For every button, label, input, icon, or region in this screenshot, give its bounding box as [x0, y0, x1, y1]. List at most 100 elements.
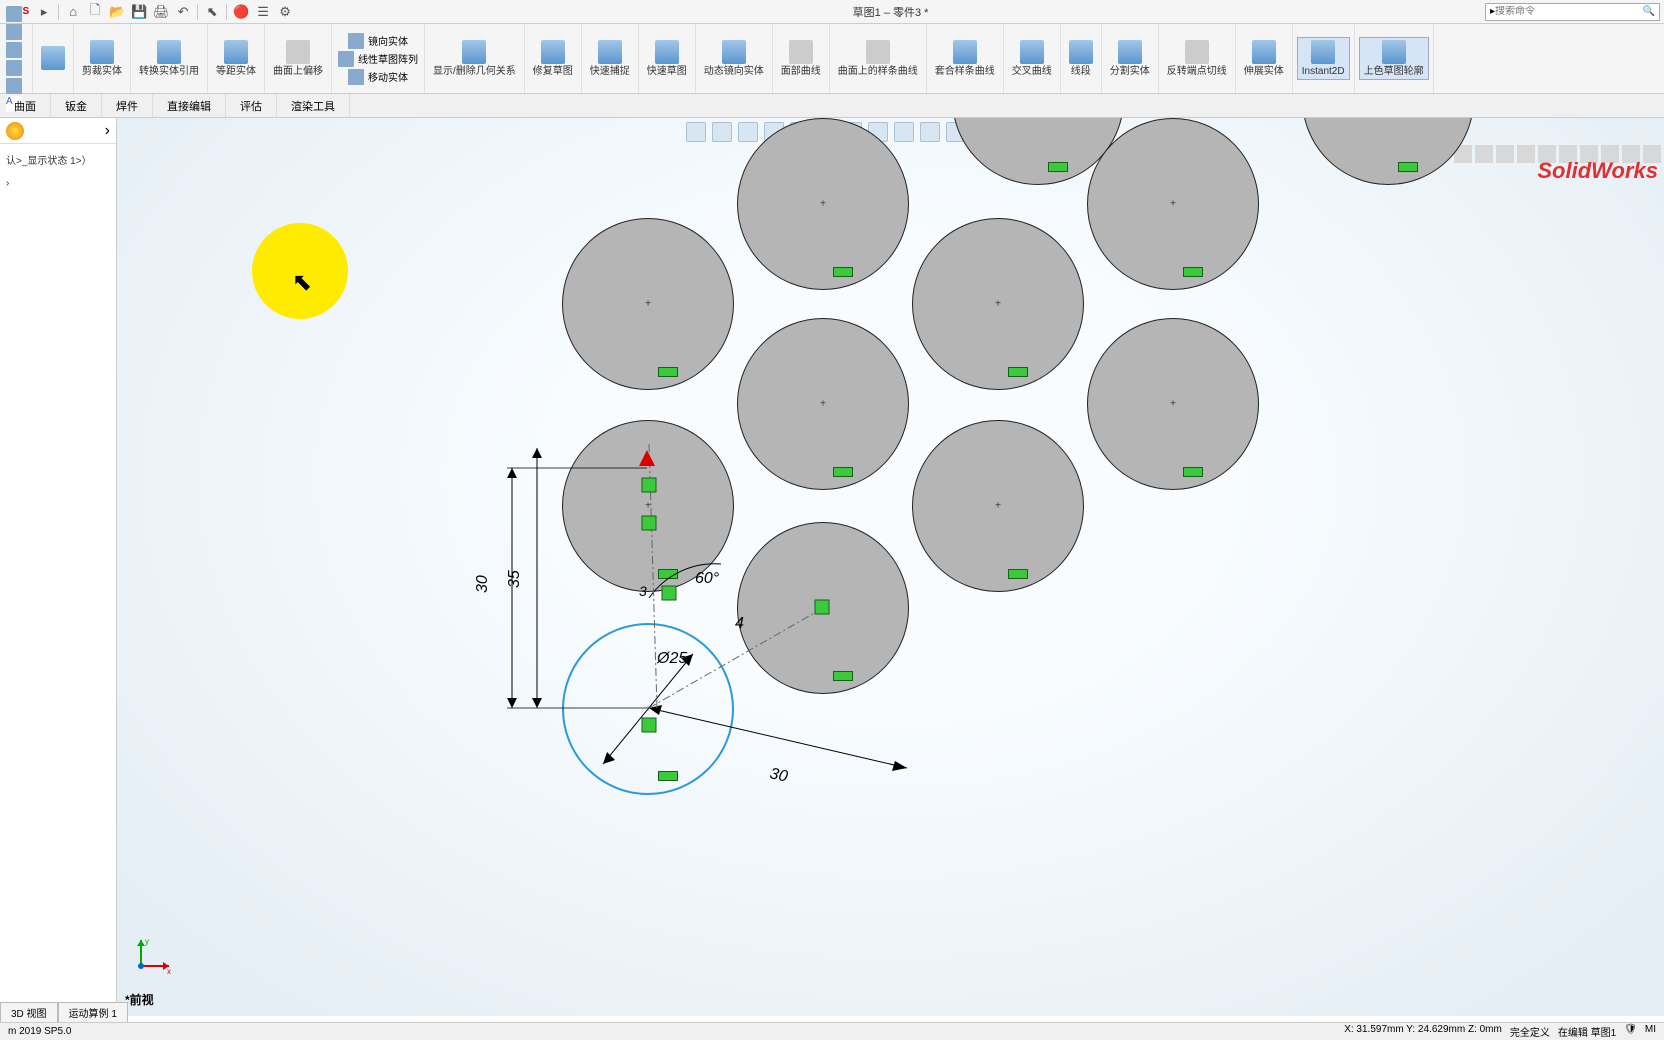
rapid-icon: [655, 40, 679, 64]
trim-button[interactable]: 剪裁实体: [78, 38, 126, 79]
options-icon[interactable]: ☰: [252, 2, 274, 22]
instant2d-icon: [1311, 40, 1335, 64]
tree-tab-icon[interactable]: [6, 122, 24, 140]
search-icon: 🔍: [1643, 6, 1655, 17]
circle-base-selected[interactable]: +: [562, 623, 734, 795]
convert-button[interactable]: 转换实体引用: [135, 38, 203, 79]
arc-tool[interactable]: [4, 41, 28, 59]
print-icon[interactable]: 🖨: [150, 2, 172, 22]
tab-motion[interactable]: 运动算例 1: [58, 1002, 128, 1022]
offset-group: 等距实体: [208, 24, 265, 93]
rotate-copy-button[interactable]: 反转端点切线: [1163, 38, 1231, 79]
instant2d-button[interactable]: Instant2D: [1297, 37, 1350, 80]
split-button[interactable]: 分割实体: [1106, 38, 1154, 79]
fit-spline-button[interactable]: 套合样条曲线: [931, 38, 999, 79]
settings-icon[interactable]: ⚙: [274, 2, 296, 22]
extend-group: 伸展实体: [1236, 24, 1293, 93]
circle-pattern-instance[interactable]: +: [1302, 118, 1474, 185]
command-search[interactable]: ▸ 🔍: [1485, 3, 1660, 21]
zoom-fit-icon[interactable]: [686, 122, 706, 142]
filter-select[interactable]: [1517, 145, 1535, 163]
rebuild-icon[interactable]: 🔴: [230, 2, 252, 22]
shaded-button[interactable]: 上色草图轮廓: [1359, 37, 1429, 80]
tree-expander[interactable]: ›: [6, 178, 110, 189]
linear-pattern-icon: [338, 51, 354, 67]
previous-view-icon[interactable]: [738, 122, 758, 142]
circle-pattern-instance[interactable]: +: [737, 118, 909, 290]
surf-offset-button[interactable]: 曲面上偏移: [269, 38, 327, 79]
circle-pattern-instance[interactable]: +: [562, 420, 734, 592]
menu-chevron-icon[interactable]: ▸: [33, 2, 55, 22]
show-relations-button[interactable]: 显示/删除几何关系: [429, 38, 520, 79]
watermark: SolidWorks: [1537, 158, 1658, 184]
rapid-button[interactable]: 快速草图: [643, 38, 691, 79]
arc-icon: [6, 42, 22, 58]
extend-icon: [1252, 40, 1276, 64]
status-mmgs-icon[interactable]: 🛡: [1624, 1024, 1637, 1039]
circle-tool[interactable]: [4, 23, 28, 41]
svg-text:x: x: [167, 967, 171, 976]
separator: [58, 4, 59, 20]
circle-pattern-instance[interactable]: +: [737, 318, 909, 490]
filter-edges[interactable]: [1475, 145, 1493, 163]
spline-icon: [6, 60, 22, 76]
segment-button[interactable]: 线段: [1065, 38, 1097, 79]
new-icon[interactable]: 🗋: [84, 2, 106, 22]
trim-icon: [90, 40, 114, 64]
graphics-viewport[interactable]: SolidWorks + + + + + + + + + + + + 30 35…: [117, 118, 1664, 1016]
tab-surface[interactable]: 曲面: [0, 94, 51, 117]
tab-evaluate[interactable]: 评估: [226, 94, 277, 117]
tab-3dview[interactable]: 3D 视图: [0, 1002, 58, 1022]
tab-sheetmetal[interactable]: 钣金: [51, 94, 102, 117]
offset-button[interactable]: 等距实体: [212, 38, 260, 79]
repair-button[interactable]: 修复草图: [529, 38, 577, 79]
intersection-button[interactable]: 交叉曲线: [1008, 38, 1056, 79]
circle-pattern-instance[interactable]: +: [912, 420, 1084, 592]
line-tool[interactable]: [4, 5, 28, 23]
status-bar: m 2019 SP5.0 X: 31.597mm Y: 24.629mm Z: …: [0, 1022, 1664, 1040]
save-icon[interactable]: 💾: [128, 2, 150, 22]
ellipse-tool[interactable]: [4, 77, 28, 95]
circle-pattern-instance[interactable]: +: [1087, 318, 1259, 490]
mirror-button[interactable]: 镜向实体: [346, 32, 410, 50]
spline-tool[interactable]: [4, 59, 28, 77]
circle-pattern-instance[interactable]: +: [1087, 118, 1259, 290]
planar-group: 面部曲线: [773, 24, 830, 93]
dynmirror-button[interactable]: 动态镜向实体: [700, 38, 768, 79]
display-state-item[interactable]: 认>_显示状态 1>）: [6, 152, 110, 167]
tab-render[interactable]: 渲染工具: [277, 94, 350, 117]
open-icon[interactable]: 📂: [106, 2, 128, 22]
planar-button[interactable]: 面部曲线: [777, 38, 825, 79]
circle-pattern-instance[interactable]: +: [912, 218, 1084, 390]
dim-30-label: 30: [474, 575, 491, 593]
relations-group: 显示/删除几何关系: [425, 24, 525, 93]
ellipse-icon: [6, 78, 22, 94]
circle-pattern-instance[interactable]: +: [562, 218, 734, 390]
move-button[interactable]: 移动实体: [346, 68, 410, 86]
tab-direct[interactable]: 直接编辑: [153, 94, 226, 117]
apply-scene-icon[interactable]: [894, 122, 914, 142]
linear-pattern-button[interactable]: 线性草图阵列: [336, 50, 420, 68]
tab-weld[interactable]: 焊件: [102, 94, 153, 117]
undo-icon[interactable]: ↶: [172, 2, 194, 22]
sketch-btn[interactable]: [37, 44, 69, 74]
surface-curve-icon: [866, 40, 890, 64]
separator: [197, 4, 198, 20]
zoom-area-icon[interactable]: [712, 122, 732, 142]
quick-access-bar: RKS ▸ ⌂ 🗋 📂 💾 🖨 ↶ ⬉ 🔴 ☰ ⚙ 草图1 – 零件3 * ▸ …: [0, 0, 1664, 24]
circle-pattern-instance[interactable]: +: [737, 522, 909, 694]
tree-content: 认>_显示状态 1>） ›: [0, 144, 116, 197]
extend-button[interactable]: 伸展实体: [1240, 38, 1288, 79]
select-icon[interactable]: ⬉: [201, 2, 223, 22]
tree-expand-icon[interactable]: ›: [105, 122, 110, 140]
fit-spline-icon: [953, 40, 977, 64]
intersection-group: 交叉曲线: [1004, 24, 1061, 93]
quicksnap-button[interactable]: 快速捕捉: [586, 38, 634, 79]
relations-icon: [462, 40, 486, 64]
dim-30b-label: 30: [768, 765, 789, 785]
home-icon[interactable]: ⌂: [62, 2, 84, 22]
surface-curve-button[interactable]: 曲面上的样条曲线: [834, 38, 922, 79]
filter-faces[interactable]: [1496, 145, 1514, 163]
view-settings-icon[interactable]: [920, 122, 940, 142]
search-input[interactable]: [1495, 6, 1643, 17]
